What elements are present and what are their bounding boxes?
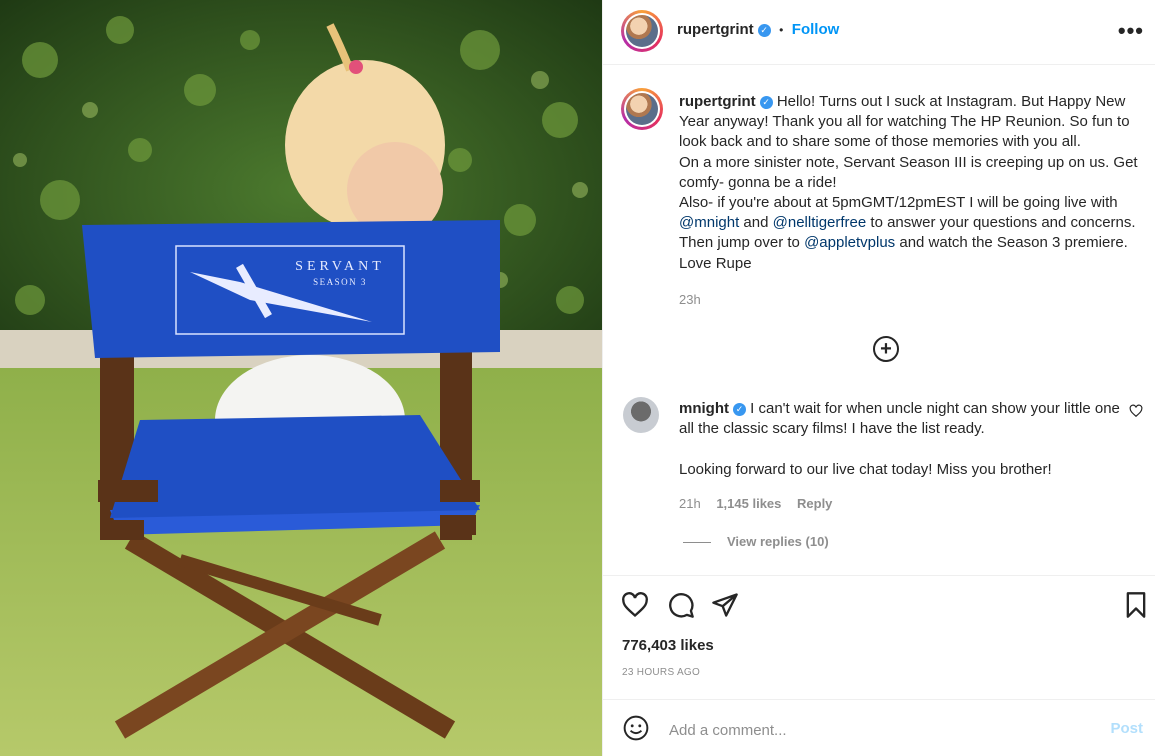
post-time-ago[interactable]: 23 HOURS AGO [622, 667, 700, 678]
mention-link[interactable]: @mnight [679, 214, 739, 231]
comment-part-1: I can't wait for when uncle night can sh… [679, 400, 1120, 438]
divider [603, 575, 1155, 576]
verified-badge-icon: ✓ [757, 24, 771, 37]
follow-button[interactable]: Follow [792, 21, 840, 38]
author-username[interactable]: rupertgrint [677, 21, 754, 38]
verified-badge-icon: ✓ [733, 403, 746, 416]
more-options-icon[interactable]: ••• [1118, 18, 1144, 44]
reply-button[interactable]: Reply [797, 496, 832, 511]
load-more-comments-icon[interactable]: + [873, 336, 899, 362]
chair-title-text: SERVANT [295, 259, 385, 274]
commenter-avatar[interactable] [623, 397, 659, 433]
caption-avatar[interactable] [621, 88, 663, 130]
caption-part-2: On a more sinister note, Servant Season … [679, 153, 1138, 191]
caption-part-3a: Also- if you're about at 5pmGMT/12pmEST … [679, 194, 1118, 212]
caption-part-3b: and [739, 214, 773, 232]
heart-icon[interactable] [621, 591, 649, 619]
view-replies-label: View replies (10) [727, 534, 829, 549]
comment-likes[interactable]: 1,145 likes [716, 496, 781, 511]
paper-plane-icon[interactable] [711, 591, 739, 619]
view-replies-button[interactable]: View replies (10) [683, 534, 829, 549]
emoji-icon[interactable] [623, 715, 649, 741]
chair-season-text: SEASON 3 [313, 277, 367, 287]
caption-username[interactable]: rupertgrint [679, 93, 756, 110]
bookmark-icon[interactable] [1122, 591, 1150, 619]
comment-like-heart-icon[interactable] [1129, 404, 1143, 418]
post-comment-button[interactable]: Post [1110, 720, 1143, 737]
comment-meta: 21h 1,145 likes Reply [679, 496, 844, 511]
caption-timestamp[interactable]: 23h [679, 292, 701, 307]
post-header: rupertgrint ✓ • Follow ••• [603, 0, 1155, 65]
author-avatar[interactable] [621, 10, 663, 52]
verified-badge-icon: ✓ [759, 96, 773, 109]
post-photo[interactable]: SERVANT SEASON 3 [0, 0, 602, 756]
mention-link[interactable]: @nelltigerfree [773, 214, 867, 231]
replies-divider [683, 542, 711, 544]
mention-link[interactable]: @appletvplus [804, 234, 895, 251]
post-detail-panel: rupertgrint ✓ • Follow ••• rupertgrint ✓ H… [602, 0, 1155, 756]
comment-text: mnight ✓ I can't wait for when uncle nigh… [679, 399, 1129, 480]
comment-input[interactable] [667, 716, 1091, 744]
comment-part-2: Looking forward to our live chat today! … [679, 460, 1052, 478]
header-user-line: rupertgrint ✓ • Follow [677, 21, 839, 39]
commenter-username[interactable]: mnight [679, 400, 729, 417]
divider [603, 699, 1155, 700]
post-likes-count[interactable]: 776,403 likes [622, 637, 714, 654]
baby-on-chair-image: SERVANT SEASON 3 [0, 0, 602, 756]
header-separator: • [779, 23, 784, 37]
comment-bubble-icon[interactable] [667, 591, 695, 619]
caption-text: rupertgrint ✓ Hello! Turns out I suck at … [679, 92, 1149, 274]
comment-timestamp[interactable]: 21h [679, 496, 701, 511]
